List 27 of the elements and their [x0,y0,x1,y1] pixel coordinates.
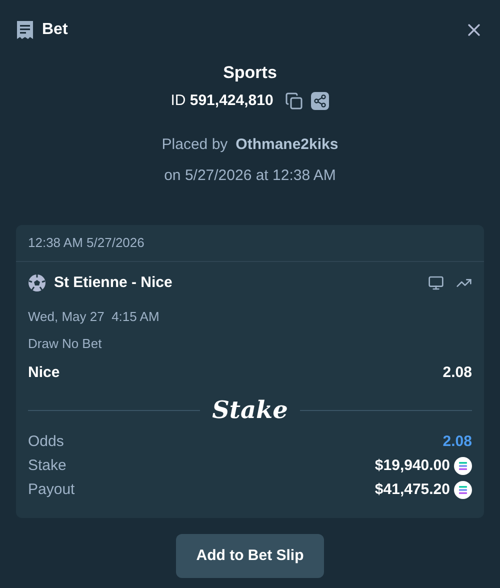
coin-icon [454,481,472,499]
share-button[interactable] [311,92,330,110]
summary-value: $41,475.20 [374,480,450,500]
dialog-title: Bet [42,20,68,40]
summary-label: Stake [28,456,66,476]
stake-logo: Stake [212,398,288,422]
event-start-time: Wed, May 27 4:15 AM [28,308,160,326]
selection-name: Nice [28,362,60,382]
bet-timestamp: 12:38 AM 5/27/2026 [28,234,144,252]
event-name[interactable]: St Etienne - Nice [54,272,172,294]
summary-value: 2.08 [442,432,472,452]
receipt-icon [16,20,34,40]
bet-category: Sports [223,62,277,84]
market-name: Draw No Bet [28,335,103,353]
summary-label: Odds [28,432,64,452]
add-to-bet-slip-button[interactable]: Add to Bet Slip [176,534,324,578]
selection-odds: 2.08 [442,362,472,382]
placed-date: on 5/27/2026 at 12:38 AM [164,166,336,186]
username-link[interactable]: Othmane2kiks [236,134,338,156]
live-stream-icon[interactable] [428,275,444,292]
coin-icon [454,457,472,475]
placed-by-label: Placed by [162,135,228,155]
summary-label: Payout [28,480,75,500]
copy-icon[interactable] [285,92,304,110]
summary-value: $19,940.00 [374,456,450,476]
bet-id: ID 591,424,810 [170,90,274,110]
soccer-ball-icon [28,274,46,292]
